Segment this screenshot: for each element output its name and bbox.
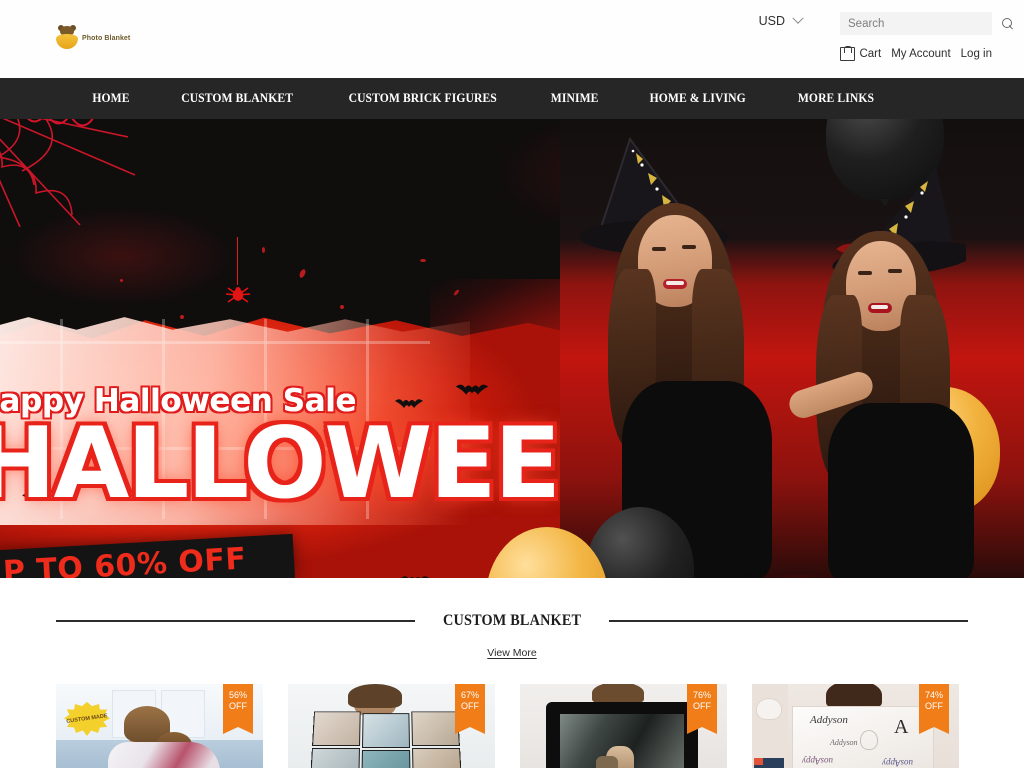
spider-icon	[225, 287, 251, 303]
nav-item-more-links[interactable]: MORE LINKS	[777, 91, 896, 106]
discount-badge: 67% OFF	[455, 684, 485, 734]
login-link[interactable]: Log in	[961, 48, 992, 60]
product-card[interactable]: Addyson A Addyson uosAppy uosAppy 74% OF…	[752, 684, 959, 768]
product-grid: CUSTOM MADE 56% OFF 67% OFF 76% OFF Addy…	[0, 661, 1024, 768]
discount-percent: 74%	[924, 690, 943, 700]
bat-icon	[401, 576, 429, 578]
hero-banner[interactable]: Happy Halloween Sale HALLOWEEN UP TO 60%…	[0, 119, 1024, 578]
divider-left	[56, 620, 415, 622]
discount-badge: 76% OFF	[687, 684, 717, 734]
divider-right	[609, 620, 969, 622]
chevron-down-icon	[792, 12, 804, 24]
discount-percent: 56%	[228, 690, 247, 700]
currency-selector[interactable]: USD	[758, 12, 804, 28]
spider-thread	[237, 237, 239, 285]
currency-value: USD	[758, 14, 785, 28]
discount-percent: 67%	[460, 690, 479, 700]
cart-label: Cart	[859, 47, 882, 60]
account-links: Cart My Account Log in	[840, 46, 992, 61]
logo-text: Photo Blanket	[82, 34, 131, 42]
shop-now-button[interactable]: SHOP NOW >	[722, 574, 868, 578]
discount-percent: 76%	[692, 690, 711, 700]
nav-item-custom-blanket[interactable]: CUSTOM BLANKET	[160, 91, 315, 106]
bat-icon	[455, 384, 489, 395]
section-heading: CUSTOM BLANKET	[0, 612, 1024, 630]
discount-off-label: OFF	[229, 701, 247, 711]
view-more-link[interactable]: View More	[487, 647, 536, 659]
discount-badge: 56% OFF	[223, 684, 253, 734]
discount-off-label: OFF	[461, 701, 479, 711]
nav-item-home-and-living[interactable]: HOME & LIVING	[628, 91, 767, 106]
product-card[interactable]: 67% OFF	[288, 684, 495, 768]
nav-item-home[interactable]: HOME	[71, 91, 151, 106]
discount-badge: 74% OFF	[919, 684, 949, 734]
discount-off-label: OFF	[925, 701, 943, 711]
cart-button[interactable]: Cart	[840, 46, 881, 61]
site-logo[interactable]: Photo Blanket	[56, 25, 131, 50]
search-bar[interactable]	[840, 12, 1012, 35]
site-header: Photo Blanket USD Cart My Account Log in	[0, 0, 1024, 78]
nav-item-minime[interactable]: MINIME	[529, 91, 619, 106]
neon-pumpkin-icon	[722, 574, 868, 578]
custom-blanket-section: CUSTOM BLANKET View More CUSTOM MADE 56%…	[0, 578, 1024, 768]
search-icon[interactable]	[1002, 18, 1013, 29]
discount-off-label: OFF	[693, 701, 711, 711]
custom-made-badge-label: CUSTOM MADE	[66, 713, 108, 725]
bear-blanket-logo-icon	[56, 25, 78, 50]
custom-made-badge: CUSTOM MADE	[64, 702, 110, 736]
nav-item-custom-brick-figures[interactable]: CUSTOM BRICK FIGURES	[327, 91, 518, 106]
my-account-link[interactable]: My Account	[891, 48, 950, 60]
main-navigation: HOME CUSTOM BLANKET CUSTOM BRICK FIGURES…	[0, 78, 1024, 119]
spider-web-icon	[0, 119, 136, 227]
product-card[interactable]: CUSTOM MADE 56% OFF	[56, 684, 263, 768]
shopping-bag-icon	[840, 46, 856, 61]
search-input[interactable]	[848, 17, 1002, 30]
section-title: CUSTOM BLANKET	[442, 612, 582, 629]
bat-icon	[395, 399, 423, 408]
product-card[interactable]: 76% OFF	[520, 684, 727, 768]
bat-icon	[22, 493, 46, 502]
hero-grid-overlay	[0, 319, 430, 519]
